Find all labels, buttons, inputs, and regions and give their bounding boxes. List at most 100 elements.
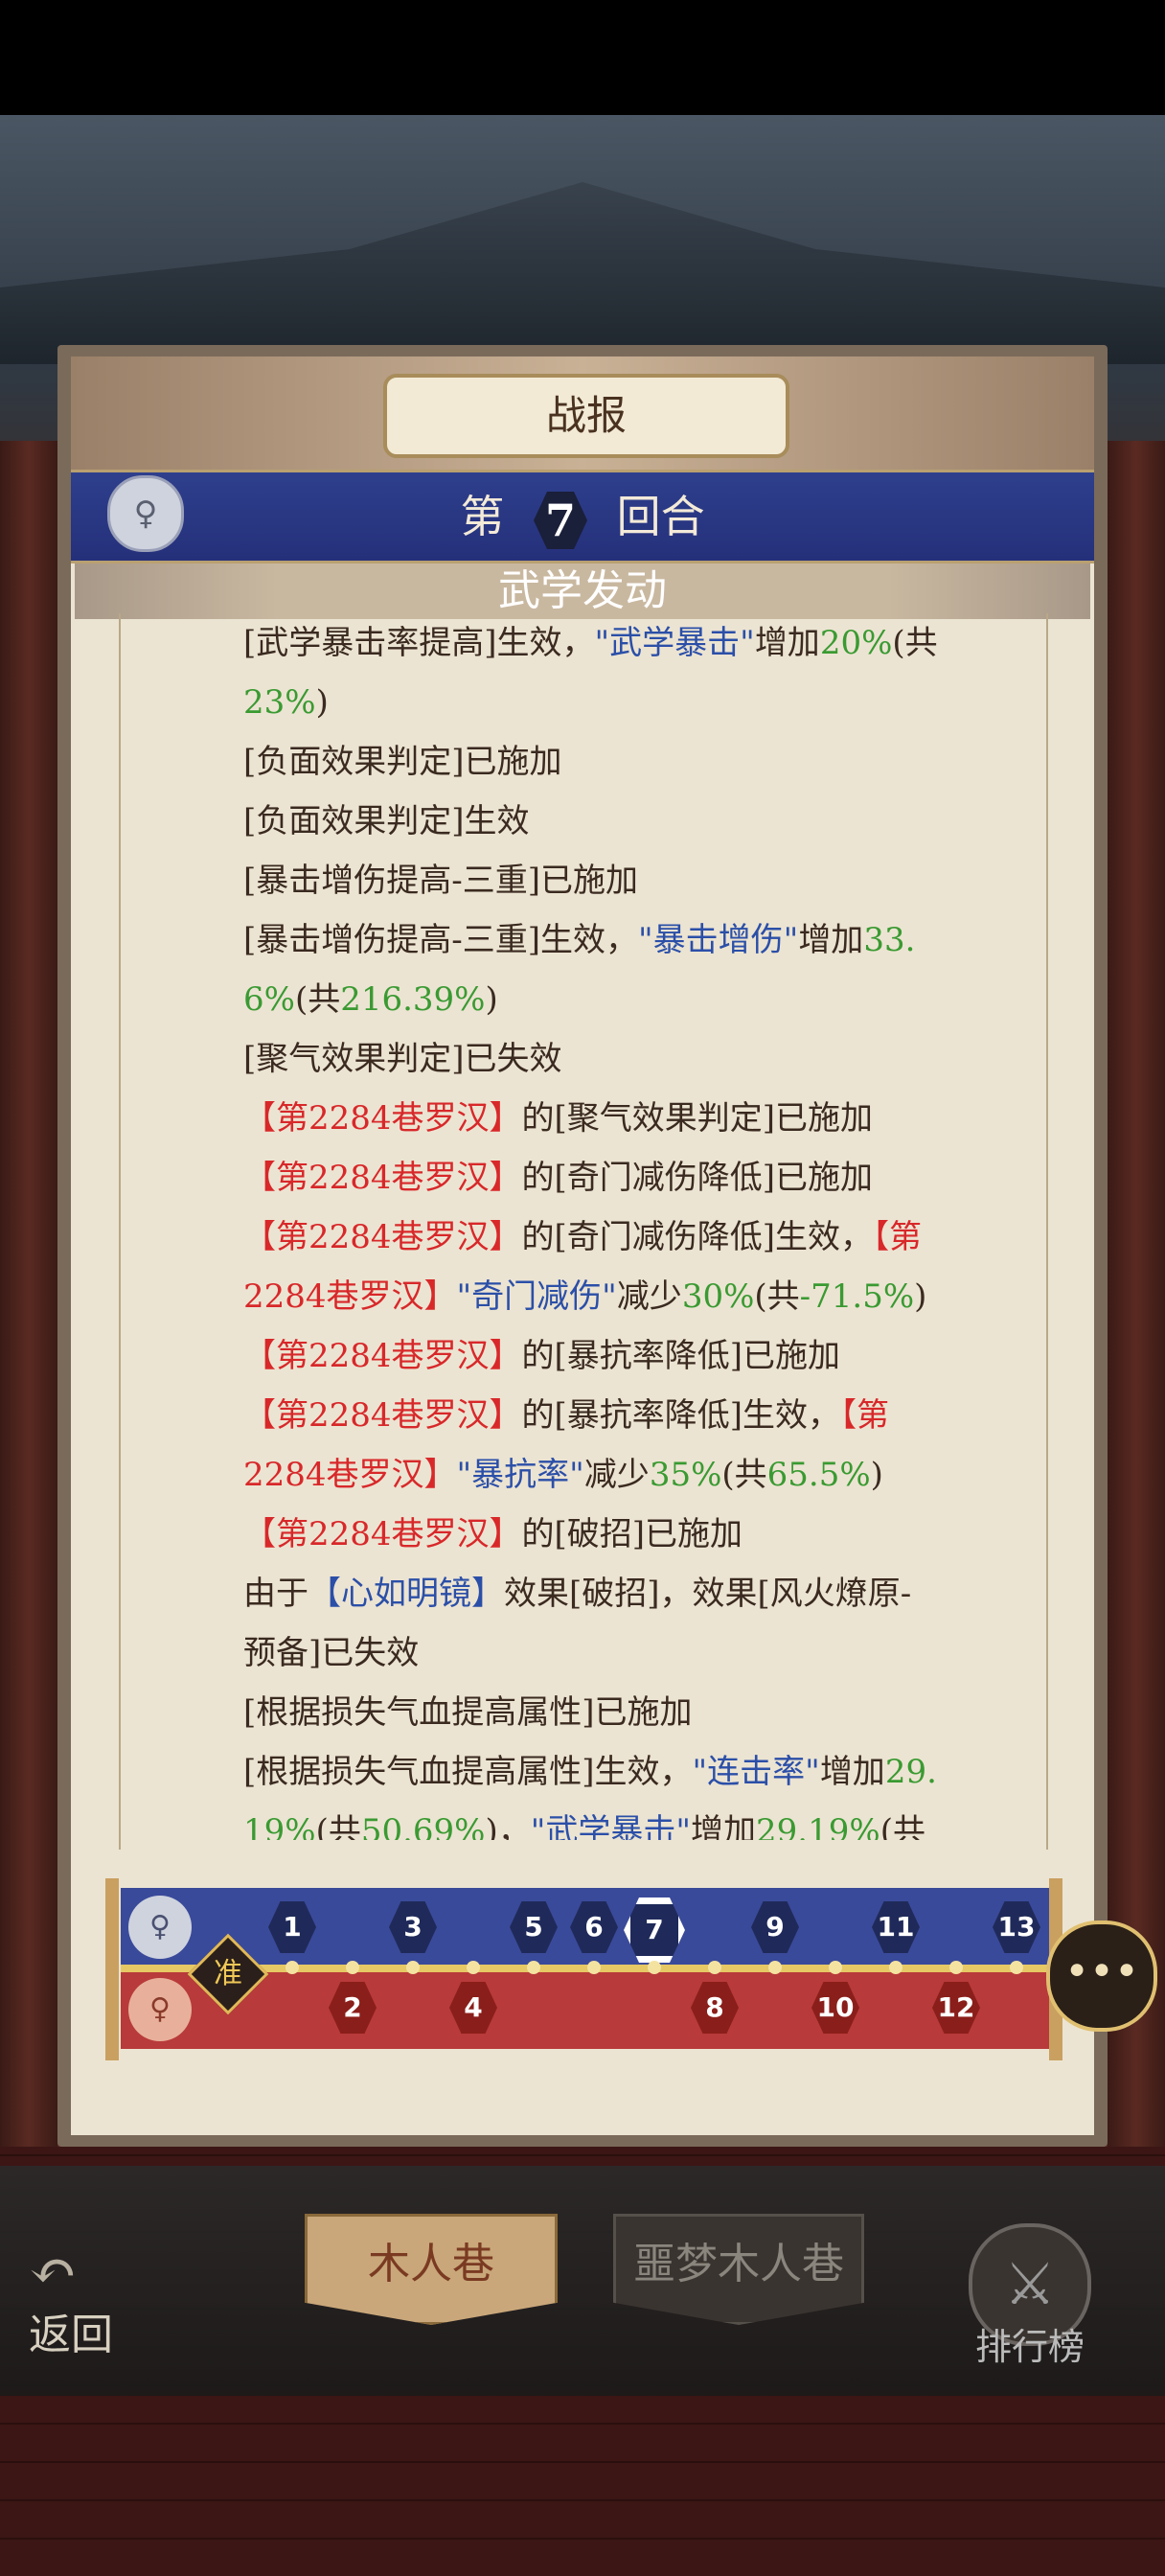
log-segment: -71.5% (799, 1277, 915, 1316)
log-segment: 【第 (840, 1396, 890, 1435)
frame-line-right (1046, 613, 1048, 1850)
log-segment: 【第2284巷罗汉】 (243, 1159, 522, 1197)
log-segment: 的[奇门减伤降低]生效， (521, 1218, 874, 1256)
battle-log[interactable]: [武学暴击率提高]生效，"武学暴击"增加20%(共 23%) [负面效果判定]已施加… (243, 613, 1039, 1840)
log-line: [根据损失气血提高属性]生效，"连击率"增加29. (243, 1742, 1039, 1802)
log-segment: 的[聚气效果判定]已施加 (521, 1099, 874, 1138)
log-segment: 减少 (616, 1277, 682, 1316)
timeline-dot (889, 1961, 902, 1974)
timeline-dot (829, 1961, 842, 1974)
log-segment: 2284巷罗汉】 (243, 1277, 457, 1316)
log-segment: 【第2284巷罗汉】 (243, 1099, 522, 1138)
player-avatar-icon: ♀ (107, 475, 184, 552)
log-segment: (共 (892, 624, 938, 662)
tab-nightmare-muren-xiang[interactable]: 噩梦木人巷 (613, 2214, 864, 2325)
log-segment: "暴抗率" (456, 1456, 584, 1494)
log-line: 【第2284巷罗汉】的[暴抗率降低]生效，【第 (243, 1386, 1039, 1445)
ready-label: 准 (214, 1957, 242, 1990)
log-segment: 216.39% (340, 980, 486, 1019)
log-segment: [根据损失气血提高属性]已施加 (243, 1693, 693, 1732)
log-line: 19%(共50.69%)，"武学暴击"增加29.19%(共52.19% (243, 1802, 1039, 1840)
log-segment: [负面效果判定]生效 (243, 802, 530, 840)
timeline-dot (648, 1961, 661, 1974)
timeline-dot (768, 1961, 782, 1974)
tab-muren-xiang[interactable]: 木人巷 (305, 2214, 558, 2325)
round-prefix: 第 (460, 491, 505, 542)
log-segment: 【第2284巷罗汉】 (243, 1218, 522, 1256)
log-line: 【第2284巷罗汉】的[奇门减伤降低]已施加 (243, 1148, 1039, 1208)
log-segment: ) (315, 683, 329, 722)
log-segment: )， (485, 1812, 531, 1840)
log-segment: (共 (754, 1277, 800, 1316)
log-line: 【第2284巷罗汉】的[破招]已施加 (243, 1505, 1039, 1564)
log-line: [暴击增伤提高-三重]生效，"暴击增伤"增加33. (243, 910, 1039, 970)
log-segment: ) (485, 980, 498, 1019)
log-segment: "连击率" (692, 1753, 820, 1791)
log-segment: 效果[破招]，效果[风火燎原- (504, 1575, 912, 1613)
log-segment: (共 (879, 1812, 925, 1840)
log-segment: 20% (819, 624, 893, 662)
timeline-post-left (105, 1878, 119, 2060)
log-segment: 29. (884, 1753, 937, 1791)
status-bar (0, 0, 1165, 115)
log-segment: 预备]已失效 (243, 1634, 420, 1672)
timeline-dot (708, 1961, 721, 1974)
round-timeline: ♀ ♀ 准 1 3 5 6 7 9 11 13 2 4 8 10 12 (105, 1878, 1062, 2060)
log-segment: 29.19% (756, 1812, 880, 1840)
player-avatar-icon: ♀ (128, 1896, 192, 1959)
log-segment: [暴击增伤提高-三重]生效， (243, 921, 639, 959)
log-segment: 2284巷罗汉】 (243, 1456, 457, 1494)
log-segment: "暴击增伤" (638, 921, 799, 959)
log-segment: 【心如明镜】 (308, 1575, 504, 1613)
chat-button[interactable]: ••• (1046, 1920, 1157, 2032)
timeline-dot (1010, 1961, 1023, 1974)
log-segment: 减少 (583, 1456, 650, 1494)
log-segment: "武学暴击" (530, 1812, 692, 1840)
rank-button[interactable]: ⚔ 排行榜 (958, 2223, 1102, 2377)
log-line: 6%(共216.39%) (243, 970, 1039, 1029)
log-line: [负面效果判定]生效 (243, 792, 1039, 851)
round-number: 7 (534, 492, 587, 549)
log-segment: 50.69% (360, 1812, 486, 1840)
log-line: 2284巷罗汉】"暴抗率"减少35%(共65.5%) (243, 1445, 1039, 1505)
section-title: 武学发动 (75, 564, 1090, 619)
back-button[interactable]: ↶ 返回 (29, 2238, 153, 2359)
log-segment: (共 (294, 980, 341, 1019)
log-segment: 的[暴抗率降低]已施加 (521, 1337, 841, 1375)
log-line: 【第2284巷罗汉】的[奇门减伤降低]生效，【第 (243, 1208, 1039, 1267)
log-line: [负面效果判定]已施加 (243, 732, 1039, 792)
log-segment: 35% (649, 1456, 722, 1494)
chat-icon: ••• (1064, 1947, 1139, 1996)
log-line: 【第2284巷罗汉】的[暴抗率降低]已施加 (243, 1326, 1039, 1386)
rank-label: 排行榜 (974, 2326, 1085, 2368)
log-segment: [聚气效果判定]已失效 (243, 1040, 562, 1078)
log-line: 预备]已失效 (243, 1623, 1039, 1683)
back-label: 返回 (29, 2311, 113, 2359)
log-line: 【第2284巷罗汉】的[聚气效果判定]已施加 (243, 1089, 1039, 1148)
timeline-dot (286, 1961, 299, 1974)
log-line: 23%) (243, 673, 1039, 732)
log-segment: 由于 (243, 1575, 308, 1613)
log-segment: ) (870, 1456, 883, 1494)
log-segment: 30% (681, 1277, 755, 1316)
log-segment: [负面效果判定]已施加 (243, 743, 562, 781)
frame-line-left (119, 613, 121, 1850)
timeline-dot (467, 1961, 480, 1974)
log-segment: 6% (243, 980, 295, 1019)
back-arrow-icon: ↶ (29, 2238, 78, 2305)
log-segment: 增加 (819, 1753, 885, 1791)
log-segment: 19% (243, 1812, 316, 1840)
timeline-dot (406, 1961, 420, 1974)
log-segment: ) (914, 1277, 927, 1316)
timeline-dot (527, 1961, 540, 1974)
log-segment: "武学暴击" (594, 624, 755, 662)
log-segment: 【第 (873, 1218, 923, 1256)
timeline-dot (346, 1961, 359, 1974)
log-segment: (共 (315, 1812, 361, 1840)
log-segment: 【第2284巷罗汉】 (243, 1515, 522, 1553)
log-line: [暴击增伤提高-三重]已施加 (243, 851, 1039, 910)
log-segment: (共 (721, 1456, 767, 1494)
timeline-dot (587, 1961, 601, 1974)
log-segment: [根据损失气血提高属性]生效， (243, 1753, 693, 1791)
log-segment: 增加 (798, 921, 864, 959)
